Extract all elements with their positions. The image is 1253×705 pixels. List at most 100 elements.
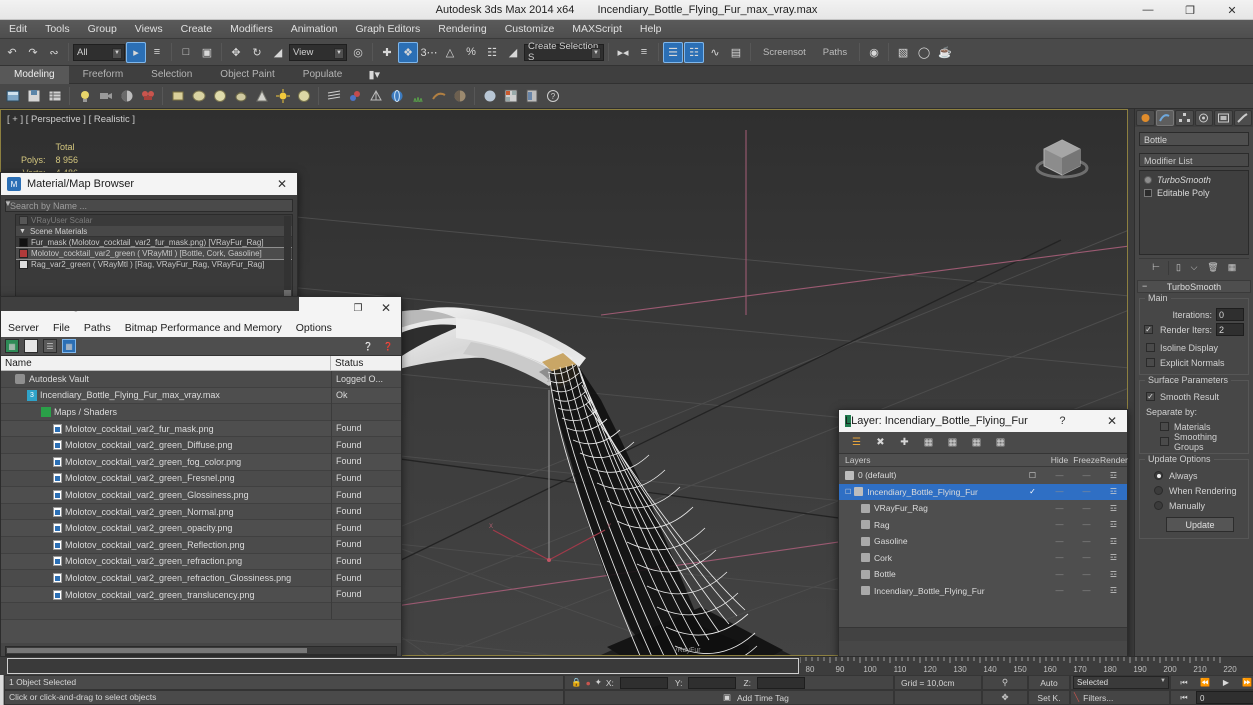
layer-row[interactable]: VRayFur_Rag — — ☲ [839, 500, 1127, 517]
array-icon[interactable] [324, 87, 343, 106]
menu-maxscript[interactable]: MAXScript [563, 20, 631, 39]
list-view-icon[interactable]: ☰ [43, 339, 57, 353]
table-row[interactable]: Molotov_cocktail_var2_green_Fresnel.png … [1, 470, 401, 488]
tab-freeform[interactable]: Freeform [69, 66, 138, 84]
material-item[interactable]: Fur_mask (Molotov_cocktail_var2_fur_mask… [16, 237, 292, 248]
angle-snap-icon[interactable]: 3⋯ [419, 42, 439, 63]
set-key-mode-icon[interactable]: ✥ [982, 690, 1028, 705]
track-bar[interactable]: 80 90 100 110 120 130 140 150 160 170 18… [0, 656, 1253, 675]
screenshot-label[interactable]: Screensot [755, 47, 814, 58]
render-setup-icon[interactable]: ▧ [893, 42, 913, 63]
table-row[interactable]: 3 Incendiary_Bottle_Flying_Fur_max_vray.m… [1, 387, 401, 405]
auto-key-button[interactable]: Auto [1028, 675, 1070, 690]
layer-freeze-toggle[interactable]: — [1073, 504, 1100, 513]
layer-render-toggle[interactable]: ☲ [1100, 570, 1127, 579]
menu-edit[interactable]: Edit [0, 20, 36, 39]
layer-render-toggle[interactable]: ☲ [1100, 520, 1127, 529]
spinner-snap-icon[interactable]: % [461, 42, 481, 63]
smooth-result-row[interactable]: Smooth Result [1144, 389, 1244, 404]
modifier-list-dropdown[interactable]: Modifier List [1139, 153, 1249, 167]
x-coordinate-input[interactable] [619, 676, 668, 689]
column-header-status[interactable]: Status [331, 356, 401, 370]
delete-layer-icon[interactable]: ✖ [873, 435, 888, 450]
ribbon-options-icon[interactable]: ▮▾ [364, 64, 384, 85]
space-warp-icon[interactable] [366, 87, 385, 106]
render-iters-spinner[interactable]: 2 [1216, 323, 1244, 336]
key-pencil-icon[interactable]: ╲ [1074, 692, 1079, 703]
layer-render-toggle[interactable]: ☲ [1100, 537, 1127, 546]
asset-tracking-horizontal-scrollbar[interactable] [5, 646, 397, 655]
modifier-stack-item-turbosmooth[interactable]: TurboSmooth [1142, 173, 1246, 186]
schematic-view-icon[interactable]: ▤ [726, 42, 746, 63]
select-and-manipulate-icon[interactable]: ✚ [377, 42, 397, 63]
table-row[interactable]: Molotov_cocktail_var2_green_fog_color.pn… [1, 453, 401, 471]
named-selection-combo[interactable]: Create Selection S ▼ [524, 41, 604, 63]
menu-views[interactable]: Views [126, 20, 172, 39]
redo-icon[interactable]: ↷ [23, 42, 43, 63]
undo-icon[interactable]: ↶ [2, 42, 22, 63]
tab-motion[interactable] [1194, 110, 1213, 126]
chevron-down-icon[interactable]: ▼ [334, 47, 344, 59]
layer-render-toggle[interactable]: ☲ [1100, 553, 1127, 562]
smooth-result-checkbox[interactable] [1146, 392, 1155, 401]
asset-tracking-window[interactable]: Asset Tracking ❐ ✕ Server File Paths Bit… [0, 296, 402, 676]
update-when-rendering-row[interactable]: When Rendering [1144, 483, 1244, 498]
menu-group[interactable]: Group [79, 20, 126, 39]
chevron-down-icon[interactable]: ▼ [1160, 678, 1166, 684]
key-navigation-icon[interactable]: ⏮ [1176, 691, 1192, 704]
column-header-hide[interactable]: Hide [1046, 455, 1073, 465]
layer-freeze-toggle[interactable]: — [1073, 487, 1100, 496]
tab-create[interactable] [1136, 110, 1155, 126]
save-file-icon[interactable] [24, 87, 43, 106]
layer-hide-toggle[interactable]: — [1046, 553, 1073, 562]
single-column-view-icon[interactable] [24, 339, 38, 353]
layer-row[interactable]: Gasoline — — ☲ [839, 533, 1127, 550]
sun-light-icon[interactable] [273, 87, 292, 106]
object-name-field[interactable]: Bottle [1139, 132, 1249, 146]
asset-tracking-close-icon[interactable]: ✕ [371, 297, 401, 319]
material-browser-close-icon[interactable]: ✕ [267, 173, 297, 195]
layer-freeze-toggle[interactable]: — [1073, 537, 1100, 546]
asset-menu-server[interactable]: Server [1, 322, 46, 334]
curve-editor-icon[interactable]: ∿ [705, 42, 725, 63]
select-and-scale-icon[interactable]: ◢ [268, 42, 288, 63]
show-end-result-icon[interactable]: ▯ [1168, 260, 1182, 275]
layer-current-checkmark[interactable]: ✓ [1019, 487, 1046, 496]
column-header-freeze[interactable]: Freeze [1073, 455, 1100, 465]
highlight-selected-objects-icon[interactable]: ▦ [945, 435, 960, 450]
box-primitive-icon[interactable] [168, 87, 187, 106]
atom-particle-icon[interactable] [345, 87, 364, 106]
turbosmooth-rollup[interactable]: − TurboSmooth [1137, 280, 1251, 293]
separate-smoothing-checkbox[interactable] [1160, 437, 1169, 446]
update-manually-radio[interactable] [1154, 501, 1163, 510]
time-slider[interactable] [7, 658, 799, 674]
material-item-selected[interactable]: Molotov_cocktail_var2_green ( VRayMtl ) … [16, 247, 292, 260]
layer-render-toggle[interactable]: ☲ [1100, 504, 1127, 513]
update-always-radio[interactable] [1154, 471, 1163, 480]
percent-snap-icon[interactable]: △ [440, 42, 460, 63]
play-animation-icon[interactable]: ▶ [1218, 676, 1234, 689]
explicit-normals-row[interactable]: Explicit Normals [1144, 355, 1244, 370]
select-and-rotate-icon[interactable]: ↻ [247, 42, 267, 63]
snaps-toggle-icon[interactable]: ❖ [398, 41, 418, 63]
layer-hide-toggle[interactable]: — [1046, 487, 1073, 496]
explicit-normals-checkbox[interactable] [1146, 358, 1155, 367]
vrayfur-icon[interactable] [429, 87, 448, 106]
compact-material-editor-icon[interactable] [501, 87, 520, 106]
expand-icon[interactable] [1144, 188, 1152, 197]
select-object-icon[interactable]: ▸ [126, 41, 146, 63]
add-selection-to-layer-icon[interactable]: ▦ [969, 435, 984, 450]
layer-freeze-toggle[interactable]: — [1073, 586, 1100, 595]
material-map-browser-window[interactable]: M Material/Map Browser ✕ Search by Name … [0, 172, 298, 312]
update-manually-row[interactable]: Manually [1144, 498, 1244, 513]
render-frame-icon[interactable] [522, 87, 541, 106]
window-crossing-icon[interactable]: ▣ [197, 42, 217, 63]
table-row[interactable] [1, 602, 401, 620]
table-row[interactable]: Molotov_cocktail_var2_green_Diffuse.png … [1, 436, 401, 454]
layer-row-selected[interactable]: ☐ Incendiary_Bottle_Flying_Fur ✓ — — ☲ [839, 483, 1127, 500]
add-time-tag-label[interactable]: Add Time Tag [737, 693, 887, 703]
menu-create[interactable]: Create [172, 20, 222, 39]
goto-start-icon[interactable]: ⏮ [1176, 676, 1192, 689]
selection-filter-combo[interactable]: All ▼ [73, 43, 125, 61]
asset-tracking-rows[interactable]: Autodesk Vault Logged O... 3 Incendiary_B… [1, 371, 401, 643]
